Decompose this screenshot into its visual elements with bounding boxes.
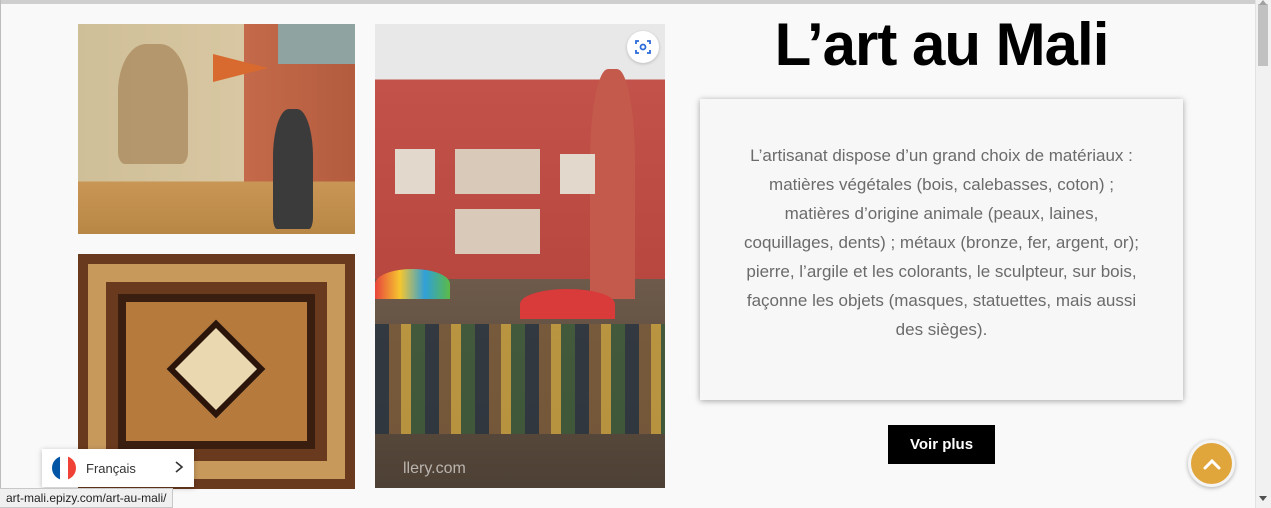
mural-sky <box>278 24 355 64</box>
window-edge <box>0 0 1 508</box>
market-tower <box>590 69 635 299</box>
french-flag-icon <box>52 456 76 480</box>
mural-tree-painting <box>118 44 188 164</box>
description-card: L’artisanat dispose d’un grand choix de … <box>700 99 1183 400</box>
page-title: L’art au Mali <box>774 11 1110 78</box>
chevron-right-icon <box>175 461 184 473</box>
market-photo[interactable]: llery.com <box>375 24 665 488</box>
market-relief <box>455 209 540 254</box>
language-label: Français <box>86 460 136 476</box>
scan-glyph <box>635 40 651 54</box>
market-umbrella <box>375 269 450 299</box>
market-umbrella <box>520 289 615 319</box>
scrollbar-thumb[interactable] <box>1258 4 1268 66</box>
visual-search-icon[interactable] <box>627 31 659 63</box>
market-window <box>560 154 595 194</box>
market-window <box>395 149 435 194</box>
language-switcher[interactable]: Français <box>42 449 194 487</box>
chevron-up-icon <box>1203 458 1220 469</box>
vertical-scrollbar[interactable] <box>1255 0 1271 508</box>
status-bar-url: art-mali.epizy.com/art-au-mali/ <box>0 488 174 508</box>
mural-flag-painting <box>213 54 268 82</box>
market-watermark: llery.com <box>403 460 466 477</box>
scroll-up-arrow-icon[interactable] <box>1259 0 1267 5</box>
mural-photo[interactable] <box>78 24 355 234</box>
scroll-down-arrow-icon[interactable] <box>1259 496 1267 501</box>
market-crowd <box>375 324 665 434</box>
mural-person <box>273 109 313 229</box>
top-border <box>0 0 1255 4</box>
voir-plus-button[interactable]: Voir plus <box>888 425 995 464</box>
scroll-to-top-button[interactable] <box>1188 440 1235 487</box>
description-text: L’artisanat dispose d’un grand choix de … <box>744 146 1139 339</box>
market-relief <box>455 149 540 194</box>
